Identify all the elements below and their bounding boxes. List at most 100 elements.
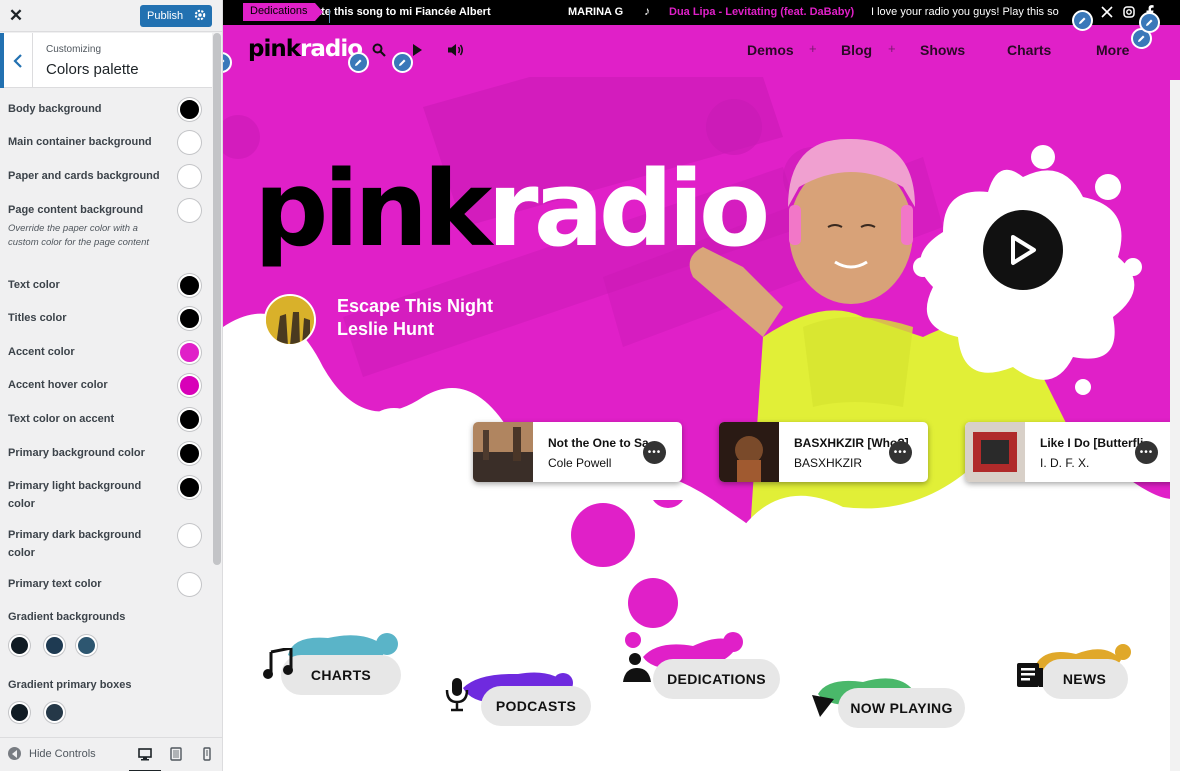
play-icon[interactable] — [412, 44, 422, 56]
track-cover-image — [473, 422, 533, 482]
music-note-icon: ♪ — [644, 4, 650, 18]
swatch-primary-light-background[interactable] — [178, 476, 201, 499]
breadcrumb: Customizing — [46, 44, 102, 55]
close-icon[interactable]: ✕ — [0, 0, 32, 32]
option-label-body-background: Body background — [8, 103, 102, 115]
gradient-background-swatch-3[interactable] — [76, 635, 97, 656]
option-label-primary-text-color: Primary text color — [8, 578, 102, 590]
swatch-accent-color[interactable] — [178, 341, 201, 364]
option-label-paper-cards-background: Paper and cards background — [8, 170, 160, 182]
track-cover-image — [719, 422, 779, 482]
swatch-accent-hover-color[interactable] — [178, 374, 201, 397]
edit-shortcut-icon[interactable] — [1072, 10, 1093, 31]
gradient-primary-swatch-1[interactable] — [9, 702, 30, 723]
now-playing-title[interactable]: Escape This Night — [337, 296, 493, 317]
edit-shortcut-icon[interactable] — [392, 52, 413, 73]
nav-blog[interactable]: Blog — [841, 42, 872, 58]
category-news[interactable]: NEWS — [1041, 659, 1128, 699]
track-card[interactable]: Like I Do [Butterfli I. D. F. X. ••• — [965, 422, 1180, 482]
swatch-primary-background[interactable] — [178, 442, 201, 465]
gradient-primary-boxes-label: Gradient primary boxes — [8, 679, 132, 691]
instagram-icon[interactable] — [1123, 6, 1135, 18]
search-icon[interactable] — [372, 43, 386, 57]
ticker-item: I love your radio you guys! Play this so — [871, 6, 1059, 18]
option-label-page-content-background: Page content background — [8, 204, 144, 216]
option-label-accent-color: Accent color — [8, 346, 75, 358]
customizer-topbar: ✕ Publish — [0, 0, 330, 32]
nav-shows[interactable]: Shows — [920, 42, 965, 58]
option-label-text-color: Text color — [8, 279, 60, 291]
gradient-primary-swatch-2[interactable] — [44, 702, 65, 723]
sidebar-scrollbar[interactable] — [213, 33, 221, 565]
ticker-item: ate this song to mi Fiancée Albert — [315, 6, 491, 18]
play-triangle-icon — [812, 695, 834, 717]
track-card[interactable]: BASXHKZIR [Who?] BASXHKZIR ••• — [719, 422, 928, 482]
volume-icon[interactable] — [447, 43, 464, 57]
nav-plus-icon: + — [809, 41, 817, 56]
swatch-titles-color[interactable] — [178, 307, 201, 330]
swatch-page-content-background[interactable] — [178, 199, 201, 222]
preview-scrollbar[interactable] — [1170, 80, 1180, 771]
more-options-icon[interactable]: ••• — [889, 441, 912, 464]
hide-controls-button[interactable]: Hide Controls — [8, 747, 96, 760]
newspaper-icon — [1017, 663, 1043, 687]
category-now-playing[interactable]: NOW PLAYING — [838, 688, 965, 728]
customizer-footer: Hide Controls — [0, 737, 222, 771]
nav-demos[interactable]: Demos — [747, 42, 794, 58]
collapse-icon — [8, 747, 21, 760]
swatch-body-background[interactable] — [178, 98, 201, 121]
swatch-text-color[interactable] — [178, 274, 201, 297]
users-icon — [623, 653, 651, 682]
edit-shortcut-icon[interactable] — [348, 52, 369, 73]
gradient-background-swatch-1[interactable] — [9, 635, 30, 656]
option-label-titles-color: Titles color — [8, 312, 67, 324]
track-artist: I. D. F. X. — [1040, 456, 1090, 470]
dedications-ticker: ate this song to mi Fiancée Albert MARIN… — [223, 0, 1180, 25]
more-options-icon[interactable]: ••• — [1135, 441, 1158, 464]
now-playing-cover[interactable] — [264, 294, 316, 346]
now-playing-artist[interactable]: Leslie Hunt — [337, 319, 434, 340]
music-notes-icon — [263, 648, 293, 679]
publish-separator — [329, 9, 330, 23]
hero-logo: pinkradio — [254, 148, 770, 270]
section-title: Colors palette — [46, 61, 139, 78]
chevron-left-icon — [13, 53, 22, 68]
nav-more[interactable]: More — [1096, 42, 1129, 58]
swatch-paper-cards-background[interactable] — [178, 165, 201, 188]
swatch-primary-text-color[interactable] — [178, 573, 201, 596]
more-options-icon[interactable]: ••• — [643, 441, 666, 464]
swatch-primary-dark-background[interactable] — [178, 524, 201, 547]
gear-icon[interactable] — [193, 8, 207, 22]
option-label-main-container-background: Main container background — [8, 136, 152, 148]
mobile-preview-icon[interactable] — [200, 747, 214, 761]
ticker-item: MARINA G — [568, 6, 624, 18]
option-label-primary-background: Primary background color — [8, 447, 145, 459]
track-artist: BASXHKZIR — [794, 456, 863, 470]
tablet-preview-icon[interactable] — [169, 747, 183, 761]
gradient-backgrounds-label: Gradient backgrounds — [8, 611, 126, 623]
ticker-label: Dedications — [243, 3, 325, 21]
x-twitter-icon[interactable] — [1101, 6, 1113, 18]
back-button[interactable] — [0, 33, 33, 88]
site-preview: ate this song to mi Fiancée Albert MARIN… — [223, 0, 1180, 771]
hero-logo-pink: pink — [254, 148, 492, 270]
customizer-sidebar: ✕ Publish Customizing Colors palette Bod… — [0, 0, 330, 771]
swatch-main-container-background[interactable] — [178, 131, 201, 154]
section-header: Customizing Colors palette — [0, 33, 212, 88]
edit-shortcut-icon[interactable] — [1139, 12, 1160, 33]
gradient-background-swatch-2[interactable] — [44, 635, 65, 656]
category-podcasts[interactable]: PODCASTS — [481, 686, 591, 726]
category-charts[interactable]: CHARTS — [281, 655, 401, 695]
swatch-text-color-on-accent[interactable] — [178, 408, 201, 431]
hero-logo-radio: radio — [487, 148, 770, 270]
nav-charts[interactable]: Charts — [1007, 42, 1051, 58]
site-logo[interactable]: pinkradio — [248, 36, 363, 62]
option-description-page-content: Override the paper color with a custom c… — [8, 223, 149, 248]
desktop-preview-icon[interactable] — [138, 747, 152, 761]
category-dedications[interactable]: DEDICATIONS — [653, 659, 780, 699]
publish-button[interactable]: Publish — [140, 5, 330, 27]
track-card[interactable]: Not the One to Sa Cole Powell ••• — [473, 422, 682, 482]
ticker-item-song[interactable]: Dua Lipa - Levitating (feat. DaBaby) — [669, 6, 854, 18]
option-label-primary-dark-background: Primary dark background color — [8, 529, 142, 559]
track-cover-image — [965, 422, 1025, 482]
